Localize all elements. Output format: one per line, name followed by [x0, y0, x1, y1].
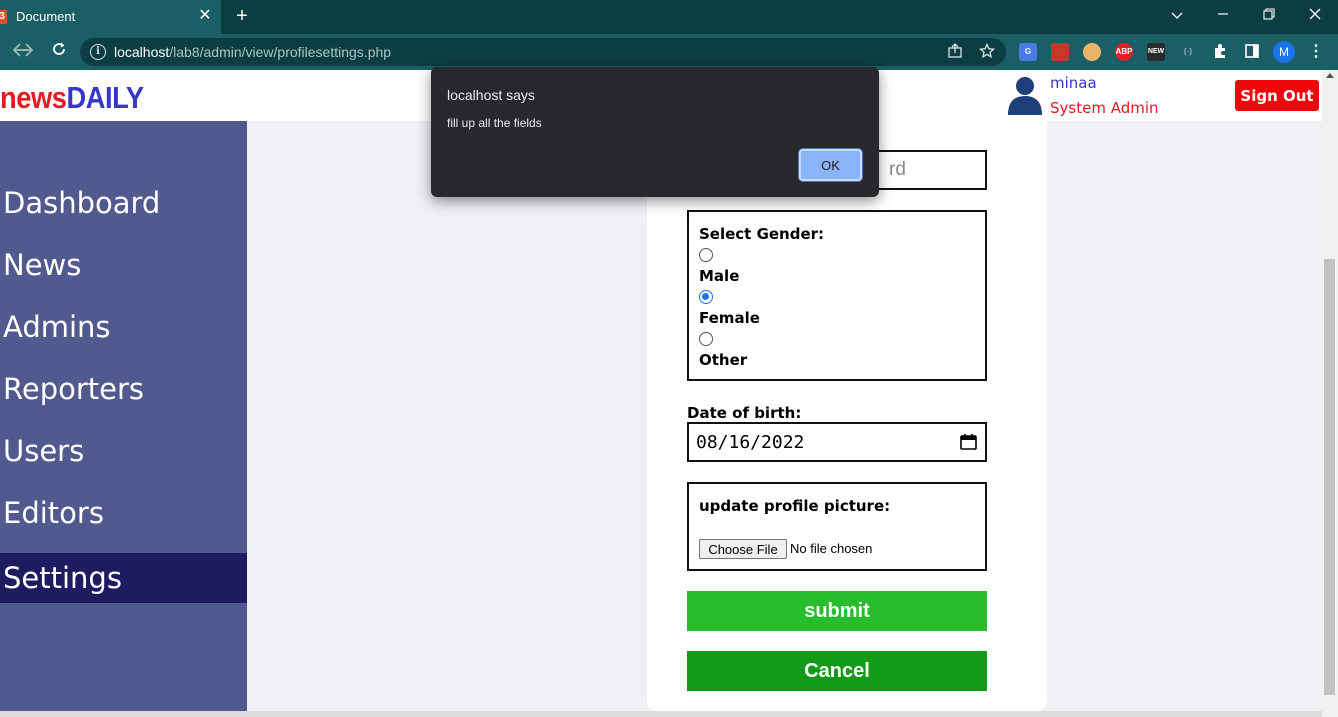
new-tab-button[interactable]: + — [232, 5, 252, 27]
gender-option-female: Female — [699, 309, 760, 327]
url-text: localhost/lab8/admin/view/profilesetting… — [114, 44, 391, 60]
extensions-puzzle-icon[interactable] — [1211, 43, 1229, 61]
sidebar-item-editors[interactable]: Editors — [0, 488, 247, 538]
browser-tab[interactable]: 3 Document ✕ — [0, 0, 221, 34]
cancel-button[interactable]: Cancel — [687, 651, 987, 691]
sidebar-item-admins[interactable]: Admins — [0, 302, 247, 352]
sidebar-item-users[interactable]: Users — [0, 426, 247, 476]
tab-close-icon[interactable]: ✕ — [196, 6, 214, 26]
sidebar-item-dashboard[interactable]: Dashboard — [0, 178, 247, 228]
scroll-up-icon[interactable] — [1326, 73, 1334, 78]
sidebar: Dashboard News Admins Reporters Users Ed… — [0, 121, 247, 711]
sidebar-item-reporters[interactable]: Reporters — [0, 364, 247, 414]
reader-extension-icon[interactable] — [1083, 43, 1101, 61]
new-extension-icon[interactable]: NEW — [1147, 43, 1165, 61]
url-path: /lab8/admin/view/profilesettings.php — [169, 44, 392, 60]
adblock-extension-icon[interactable]: ABP — [1115, 43, 1133, 61]
logo-daily: DAILY — [66, 80, 144, 115]
tab-search-icon[interactable] — [1165, 3, 1189, 29]
logo-news: news — [0, 80, 67, 115]
address-bar[interactable]: i localhost/lab8/admin/view/profilesetti… — [80, 38, 1006, 66]
site-logo[interactable]: newsDAILY — [0, 80, 144, 116]
dialog-message: fill up all the fields — [447, 116, 542, 130]
bookmark-extension-icon[interactable] — [1051, 43, 1069, 61]
profile-settings-form: rd Select Gender: Male Female Other Date… — [647, 121, 1047, 711]
bookmark-star-icon[interactable] — [978, 42, 996, 61]
alert-dialog: localhost says fill up all the fields OK — [431, 67, 879, 197]
cast-extension-icon[interactable]: (◦) — [1179, 43, 1197, 61]
restore-icon[interactable] — [1257, 3, 1281, 29]
gender-option-male: Male — [699, 267, 740, 285]
choose-file-button[interactable]: Choose File — [699, 539, 787, 559]
reload-icon[interactable] — [47, 40, 71, 64]
profile-picture-fieldset: update profile picture: Choose File No f… — [687, 482, 987, 571]
gender-label: Select Gender: — [699, 225, 825, 243]
profile-avatar[interactable]: M — [1273, 41, 1295, 63]
user-role: System Admin — [1050, 99, 1159, 117]
browser-toolbar: i localhost/lab8/admin/view/profilesetti… — [0, 34, 1338, 70]
calendar-icon[interactable] — [960, 433, 977, 450]
sidebar-item-news[interactable]: News — [0, 240, 247, 290]
scrollbar-thumb[interactable] — [1324, 259, 1335, 695]
url-host: localhost — [114, 44, 170, 60]
dialog-title: localhost says — [447, 87, 535, 103]
tab-title: Document — [16, 9, 76, 24]
site-info-icon[interactable]: i — [90, 44, 106, 60]
profile-picture-label: update profile picture: — [699, 497, 891, 515]
gender-fieldset: Select Gender: Male Female Other — [687, 210, 987, 381]
user-name: minaa — [1050, 74, 1097, 92]
minimize-icon[interactable] — [1211, 3, 1235, 29]
dob-value: 08/16/2022 — [696, 432, 805, 453]
gender-radio-male[interactable] — [699, 248, 713, 262]
user-avatar-icon — [1008, 77, 1042, 115]
gender-radio-other[interactable] — [699, 332, 713, 346]
side-panel-icon[interactable] — [1243, 43, 1261, 61]
gender-option-other: Other — [699, 351, 748, 369]
vertical-scrollbar[interactable] — [1322, 70, 1338, 717]
tab-favicon-icon: 3 — [0, 10, 7, 24]
browser-titlebar: 3 Document ✕ + — [0, 0, 1338, 34]
sign-out-button[interactable]: Sign Out — [1235, 80, 1319, 111]
sidebar-item-settings[interactable]: Settings — [0, 553, 247, 603]
translate-extension-icon[interactable]: G — [1019, 43, 1037, 61]
dialog-ok-button[interactable]: OK — [799, 149, 862, 181]
forward-arrow-icon[interactable] — [14, 40, 38, 64]
gender-radio-female[interactable] — [699, 290, 713, 304]
dob-label: Date of birth: — [687, 404, 802, 422]
no-file-chosen-text: No file chosen — [790, 541, 873, 556]
close-window-icon[interactable] — [1303, 3, 1327, 29]
horizontal-scrollbar[interactable] — [0, 711, 1322, 717]
share-icon[interactable] — [946, 43, 964, 61]
browser-menu-icon[interactable]: ⋮ — [1307, 43, 1325, 61]
submit-button[interactable]: submit — [687, 591, 987, 631]
dob-input[interactable]: 08/16/2022 — [687, 422, 987, 462]
